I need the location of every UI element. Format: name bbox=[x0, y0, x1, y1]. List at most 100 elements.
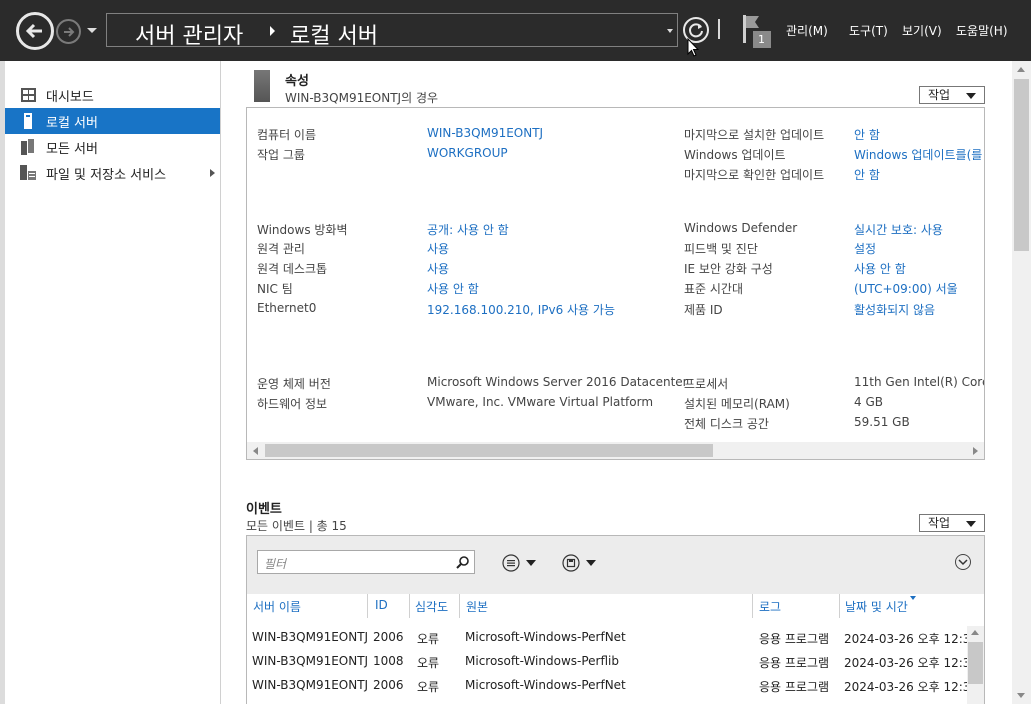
column-divider[interactable] bbox=[459, 594, 460, 618]
properties-tasks-button[interactable]: 작업 bbox=[919, 86, 985, 104]
column-divider[interactable] bbox=[367, 594, 368, 618]
scroll-up-icon[interactable] bbox=[1017, 67, 1025, 72]
address-bar[interactable]: 서버 관리자 로컬 서버 bbox=[106, 13, 678, 50]
forward-button[interactable] bbox=[56, 19, 81, 44]
save-query-button[interactable] bbox=[562, 554, 600, 572]
sidebar-item-local-server[interactable]: 로컬 서버 bbox=[5, 108, 220, 134]
search-icon[interactable] bbox=[456, 555, 470, 569]
prop-value: 59.51 GB bbox=[854, 415, 910, 429]
sidebar-item-label: 모든 서버 bbox=[46, 141, 98, 157]
prop-value-link[interactable]: 안 함 bbox=[854, 126, 880, 143]
menu-view[interactable]: 보기(V) bbox=[902, 22, 942, 39]
prop-value-link[interactable]: 활성화되지 않음 bbox=[854, 301, 935, 318]
prop-label: IE 보안 강화 구성 bbox=[684, 262, 773, 276]
properties-subtitle: WIN-B3QM91EONTJ의 경우 bbox=[285, 91, 439, 105]
scrollbar-thumb[interactable] bbox=[265, 444, 713, 457]
save-icon bbox=[562, 554, 580, 572]
table-row[interactable]: WIN-B3QM91EONTJ 1008 오류 Microsoft-Window… bbox=[247, 649, 978, 673]
column-header-severity[interactable]: 심각도 bbox=[415, 598, 448, 615]
prop-label: 원격 관리 bbox=[257, 242, 305, 256]
prop-value-link[interactable]: 안 함 bbox=[854, 166, 880, 183]
prop-value-link[interactable]: 사용 안 함 bbox=[854, 260, 906, 277]
breadcrumb-root[interactable]: 서버 관리자 bbox=[135, 18, 243, 50]
table-row[interactable]: WIN-B3QM91EONTJ 2006 오류 Microsoft-Window… bbox=[247, 673, 978, 697]
cell-source: Microsoft-Windows-PerfNet bbox=[465, 630, 626, 644]
sidebar-item-all-servers[interactable]: 모든 서버 bbox=[5, 134, 220, 160]
server-tile-icon bbox=[254, 70, 270, 102]
dropdown-arrow-icon bbox=[966, 521, 976, 527]
scroll-up-icon[interactable] bbox=[971, 630, 979, 635]
prop-label: NIC 팀 bbox=[257, 282, 293, 296]
scrollbar-thumb[interactable] bbox=[968, 642, 983, 684]
expand-arrow-icon[interactable] bbox=[210, 169, 215, 177]
properties-horizontal-scrollbar[interactable] bbox=[247, 442, 984, 459]
chevron-down-icon bbox=[958, 559, 968, 566]
menu-manage[interactable]: 관리(M) bbox=[786, 22, 828, 39]
cell-datetime: 2024-03-26 오후 12:36 bbox=[844, 656, 979, 670]
prop-value-link[interactable]: 실시간 보호: 사용 bbox=[854, 221, 943, 238]
prop-value-link[interactable]: WORKGROUP bbox=[427, 146, 508, 160]
prop-label: Windows 업데이트 bbox=[684, 148, 786, 162]
cell-severity: 오류 bbox=[417, 632, 440, 646]
prop-label: 전체 디스크 공간 bbox=[684, 417, 769, 431]
main-vertical-scrollbar[interactable] bbox=[1012, 61, 1031, 704]
cell-server: WIN-B3QM91EONTJ bbox=[252, 630, 369, 644]
prop-label: 작업 그룹 bbox=[257, 148, 305, 162]
notifications-button[interactable]: 1 bbox=[741, 15, 773, 49]
menu-tools[interactable]: 도구(T) bbox=[849, 22, 888, 39]
chevron-down-icon bbox=[87, 28, 97, 33]
prop-label: 제품 ID bbox=[684, 303, 723, 317]
events-title: 이벤트 bbox=[246, 502, 282, 517]
dropdown-arrow-icon bbox=[526, 560, 536, 566]
prop-value-link[interactable]: 사용 안 함 bbox=[427, 280, 479, 297]
filter-input[interactable]: 필터 bbox=[257, 550, 475, 574]
cell-id: 1008 bbox=[373, 654, 404, 668]
prop-label: Windows Defender bbox=[684, 221, 798, 235]
scroll-right-icon[interactable] bbox=[973, 447, 978, 455]
sidebar-item-label: 대시보드 bbox=[46, 89, 94, 105]
title-bar: 서버 관리자 로컬 서버 1 관리(M) 도구(T) 보기(V) 도움말(H) bbox=[0, 0, 1031, 61]
cell-log: 응용 프로그램 bbox=[759, 656, 830, 670]
prop-value-link[interactable]: (UTC+09:00) 서울 bbox=[854, 280, 958, 297]
menu-help[interactable]: 도움말(H) bbox=[956, 22, 1008, 39]
column-divider[interactable] bbox=[752, 594, 753, 618]
column-header-server[interactable]: 서버 이름 bbox=[253, 598, 301, 615]
prop-value-link[interactable]: 공개: 사용 안 함 bbox=[427, 221, 509, 238]
list-options-button[interactable] bbox=[502, 554, 540, 572]
column-divider[interactable] bbox=[839, 594, 840, 618]
arrow-left-icon bbox=[25, 23, 42, 39]
mouse-cursor-icon bbox=[687, 38, 699, 57]
column-divider[interactable] bbox=[409, 594, 410, 618]
prop-value-link[interactable]: WIN-B3QM91EONTJ bbox=[427, 126, 543, 140]
back-button[interactable] bbox=[16, 12, 54, 50]
tasks-label: 작업 bbox=[928, 516, 951, 530]
dropdown-arrow-icon bbox=[586, 560, 596, 566]
toolbar-divider bbox=[718, 19, 720, 39]
server-icon bbox=[20, 113, 36, 129]
sidebar-item-file-storage[interactable]: 파일 및 저장소 서비스 bbox=[5, 160, 220, 186]
prop-label: Ethernet0 bbox=[257, 301, 317, 315]
sidebar-item-dashboard[interactable]: 대시보드 bbox=[5, 82, 220, 108]
scrollbar-thumb[interactable] bbox=[1014, 79, 1029, 251]
expand-button[interactable] bbox=[955, 554, 971, 570]
prop-value-link[interactable]: 192.168.100.210, IPv6 사용 가능 bbox=[427, 301, 615, 318]
address-dropdown-icon[interactable] bbox=[667, 29, 673, 33]
scroll-left-icon[interactable] bbox=[253, 447, 258, 455]
events-vertical-scrollbar[interactable] bbox=[967, 626, 984, 704]
prop-value-link[interactable]: Windows 업데이트를(를 bbox=[854, 146, 982, 163]
history-dropdown-button[interactable] bbox=[86, 24, 98, 36]
prop-value-link[interactable]: 사용 bbox=[427, 260, 449, 277]
cell-log: 응용 프로그램 bbox=[759, 680, 830, 694]
events-tasks-button[interactable]: 작업 bbox=[919, 514, 985, 532]
cell-server: WIN-B3QM91EONTJ bbox=[252, 678, 369, 692]
breadcrumb-current[interactable]: 로컬 서버 bbox=[290, 18, 378, 50]
column-header-datetime[interactable]: 날짜 및 시간 bbox=[845, 598, 908, 615]
scroll-down-icon[interactable] bbox=[1017, 693, 1025, 698]
column-header-log[interactable]: 로그 bbox=[759, 598, 781, 615]
column-header-id[interactable]: ID bbox=[375, 598, 388, 612]
table-row[interactable]: WIN-B3QM91EONTJ 2006 오류 Microsoft-Window… bbox=[247, 625, 978, 649]
prop-value-link[interactable]: 설정 bbox=[854, 240, 876, 257]
column-header-source[interactable]: 원본 bbox=[466, 598, 488, 615]
prop-value-link[interactable]: 사용 bbox=[427, 240, 449, 257]
sidebar-item-label: 파일 및 저장소 서비스 bbox=[46, 167, 167, 183]
